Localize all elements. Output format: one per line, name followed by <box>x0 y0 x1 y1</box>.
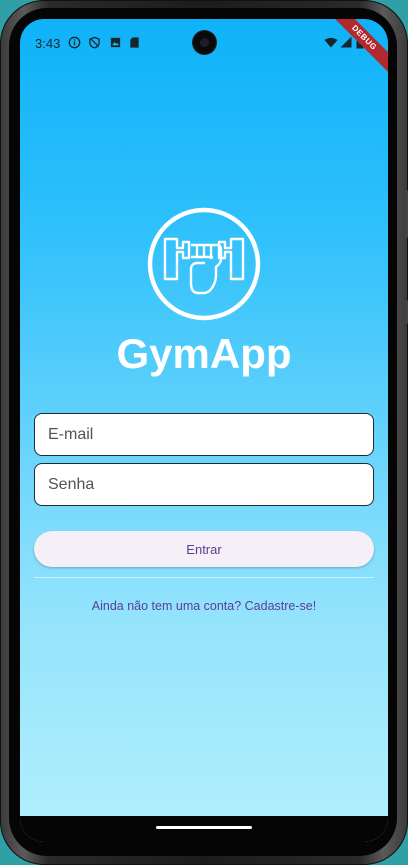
status-bar: 3:43 DEBUG <box>20 19 388 79</box>
email-field[interactable] <box>34 413 374 456</box>
photo-icon <box>110 37 121 48</box>
password-input[interactable] <box>35 464 373 505</box>
signup-link[interactable]: Ainda não tem uma conta? Cadastre-se! <box>20 599 388 613</box>
signal-icon <box>340 36 352 48</box>
divider <box>34 577 374 578</box>
wifi-icon <box>324 37 338 48</box>
password-field[interactable] <box>34 463 374 506</box>
app-screen: 3:43 DEBUG GymApp E-mail Entrar Ainda nã… <box>20 19 388 842</box>
email-input[interactable] <box>35 414 373 455</box>
sd-card-icon <box>130 37 139 48</box>
phone-frame: 3:43 DEBUG GymApp E-mail Entrar Ainda nã… <box>0 0 408 865</box>
gesture-nav-area <box>20 816 388 842</box>
login-button[interactable]: Entrar <box>34 531 374 567</box>
info-icon <box>68 36 81 49</box>
status-time: 3:43 <box>35 36 61 51</box>
dumbbell-fist-icon <box>147 207 261 321</box>
front-camera <box>193 31 216 54</box>
app-title: GymApp <box>116 330 292 377</box>
shield-icon <box>89 36 100 49</box>
home-indicator[interactable] <box>156 826 252 829</box>
